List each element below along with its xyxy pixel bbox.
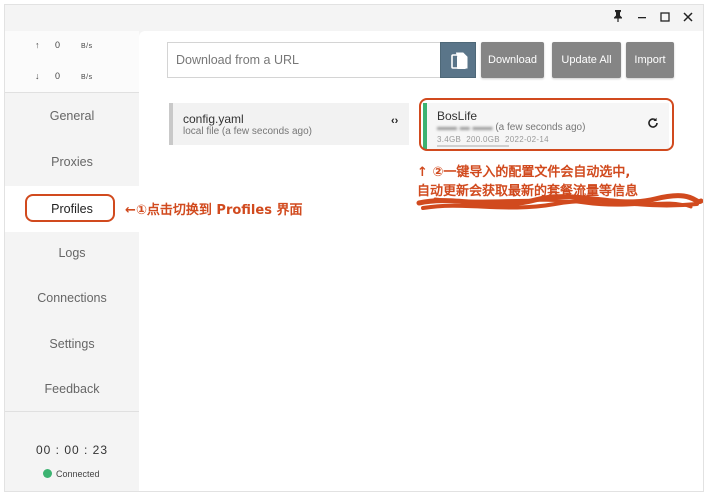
annotation-box-profiles-tab	[25, 194, 115, 222]
profile-card-indicator	[169, 103, 173, 145]
download-arrow-icon: ↓	[35, 71, 40, 81]
pin-icon[interactable]	[608, 9, 628, 27]
annotation-step2-line1: ↑ ②一键导入的配置文件会自动选中,	[417, 165, 631, 180]
sidebar-item-logs[interactable]: Logs	[5, 233, 139, 273]
update-all-button[interactable]: Update All	[552, 42, 621, 78]
sidebar-item-general[interactable]: General	[5, 96, 139, 136]
sidebar-divider	[5, 411, 139, 412]
download-button[interactable]: Download	[481, 42, 544, 78]
upload-value: 0	[55, 40, 61, 50]
profile-card-config[interactable]: config.yaml local file (a few seconds ag…	[169, 103, 409, 145]
sidebar-item-connections[interactable]: Connections	[5, 278, 139, 318]
annotation-step1: ←①点击切换到 Profiles 界面	[125, 203, 303, 218]
url-input[interactable]	[167, 42, 441, 78]
code-brackets-icon[interactable]: ‹›	[391, 115, 398, 127]
download-unit: B/s	[81, 74, 93, 81]
title-bar	[5, 5, 703, 31]
paste-button[interactable]	[440, 42, 476, 78]
import-button[interactable]: Import	[626, 42, 674, 78]
status-dot-icon	[43, 469, 52, 478]
traffic-panel: ↑ 0 B/s ↓ 0 B/s	[5, 31, 139, 93]
uptime-clock: 00 : 00 : 23	[35, 443, 109, 457]
connection-status-label: Connected	[56, 469, 100, 479]
connection-status: Connected	[43, 469, 100, 479]
paste-icon	[451, 52, 468, 69]
annotation-box-profile-card	[419, 98, 674, 151]
sidebar-item-settings[interactable]: Settings	[5, 324, 139, 364]
profile-subtitle: local file (a few seconds ago)	[183, 126, 312, 137]
download-speed: ↓ 0 B/s	[35, 71, 93, 81]
download-value: 0	[55, 71, 61, 81]
upload-unit: B/s	[81, 43, 93, 50]
close-icon[interactable]	[678, 9, 698, 27]
app-window: ↑ 0 B/s ↓ 0 B/s General Proxies Profiles Log…	[4, 4, 704, 492]
upload-arrow-icon: ↑	[35, 40, 40, 50]
sidebar-item-proxies[interactable]: Proxies	[5, 142, 139, 182]
minimize-icon[interactable]	[632, 9, 652, 27]
upload-speed: ↑ 0 B/s	[35, 40, 93, 50]
redaction-scribble	[416, 193, 703, 210]
sidebar-item-feedback[interactable]: Feedback	[5, 369, 139, 409]
sidebar: ↑ 0 B/s ↓ 0 B/s General Proxies Profiles Log…	[5, 31, 139, 491]
profile-name: config.yaml	[183, 112, 244, 126]
maximize-icon[interactable]	[655, 9, 675, 27]
